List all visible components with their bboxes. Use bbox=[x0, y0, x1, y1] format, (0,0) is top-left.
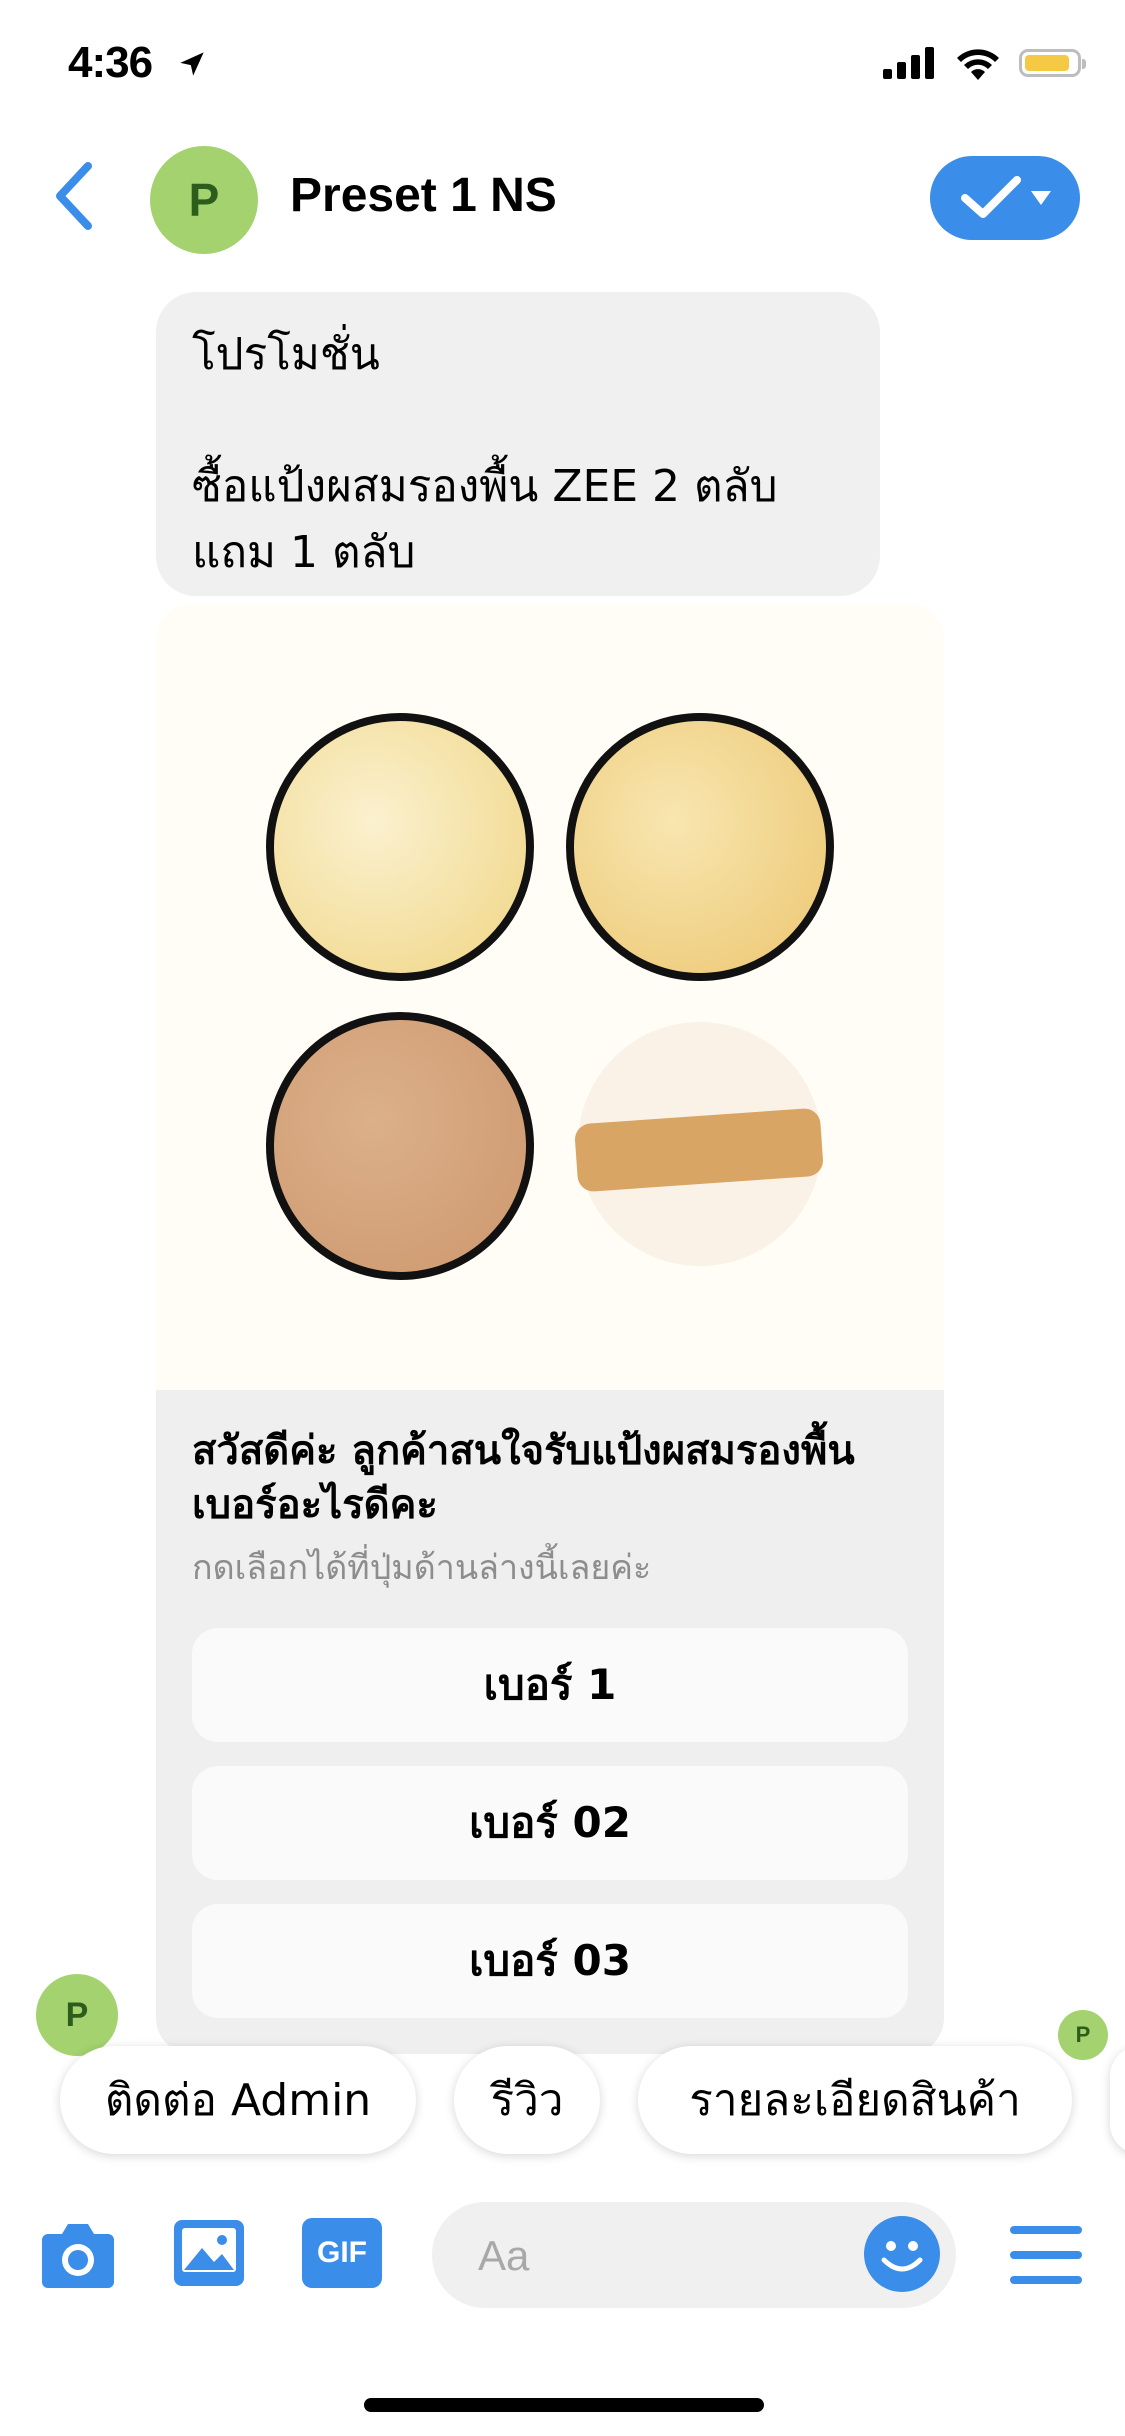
product-card: สวัสดีค่ะ ลูกค้าสนใจรับแป้งผสมรองพื้นเบอ… bbox=[156, 604, 944, 2054]
location-arrow-icon bbox=[178, 50, 206, 82]
emoji-icon[interactable] bbox=[864, 2216, 940, 2292]
menu-icon[interactable] bbox=[1010, 2226, 1082, 2288]
option-button-03[interactable]: เบอร์ 03 bbox=[192, 1904, 908, 2018]
product-image bbox=[156, 604, 944, 1390]
status-time: 4:36 bbox=[68, 38, 153, 87]
option-button-1[interactable]: เบอร์ 1 bbox=[192, 1628, 908, 1742]
wifi-icon bbox=[957, 49, 999, 80]
option-button-02[interactable]: เบอร์ 02 bbox=[192, 1766, 908, 1880]
sender-avatar: P bbox=[36, 1974, 118, 2056]
contact-avatar[interactable]: P bbox=[150, 146, 258, 254]
home-indicator[interactable] bbox=[364, 2398, 764, 2412]
message-input-placeholder: Aa bbox=[478, 2232, 530, 2279]
quick-reply-product-details[interactable]: รายละเอียดสินค้า bbox=[638, 2046, 1072, 2154]
gif-icon[interactable]: GIF bbox=[302, 2218, 382, 2288]
quick-reply-more[interactable] bbox=[1110, 2046, 1125, 2154]
avatar-letter: P bbox=[188, 174, 220, 226]
caret-down-icon bbox=[1031, 191, 1051, 205]
status-icons bbox=[883, 46, 1086, 80]
avatar-letter: P bbox=[65, 1995, 89, 2034]
signal-icon bbox=[883, 47, 934, 79]
message-bubble: โปรโมชั่น ซื้อแป้งผสมรองพื้น ZEE 2 ตลับ … bbox=[156, 292, 880, 596]
quick-reply-contact-admin[interactable]: ติดต่อ Admin bbox=[60, 2046, 416, 2154]
read-receipt-avatar: P bbox=[1058, 2010, 1108, 2060]
quick-reply-review[interactable]: รีวิว bbox=[454, 2046, 600, 2154]
checkmark-icon bbox=[961, 176, 1021, 218]
message-line-1: โปรโมชั่น bbox=[192, 329, 380, 380]
battery-icon bbox=[1019, 49, 1086, 77]
camera-icon[interactable] bbox=[40, 2220, 116, 2294]
card-title: สวัสดีค่ะ ลูกค้าสนใจรับแป้งผสมรองพื้นเบอ… bbox=[192, 1428, 855, 1528]
message-line-2: ซื้อแป้งผสมรองพื้น ZEE 2 ตลับ แถม 1 ตลับ bbox=[192, 461, 778, 578]
done-dropdown-button[interactable] bbox=[930, 156, 1080, 240]
gif-label: GIF bbox=[317, 2236, 367, 2269]
photo-gallery-icon[interactable] bbox=[172, 2218, 246, 2292]
avatar-letter: P bbox=[1075, 2022, 1091, 2047]
message-input[interactable]: Aa bbox=[432, 2202, 956, 2308]
card-subtitle: กดเลือกได้ที่ปุ่มด้านล่างนี้เลยค่ะ bbox=[192, 1548, 652, 1588]
conversation-title[interactable]: Preset 1 NS bbox=[290, 168, 557, 223]
back-chevron-icon[interactable] bbox=[52, 160, 96, 236]
